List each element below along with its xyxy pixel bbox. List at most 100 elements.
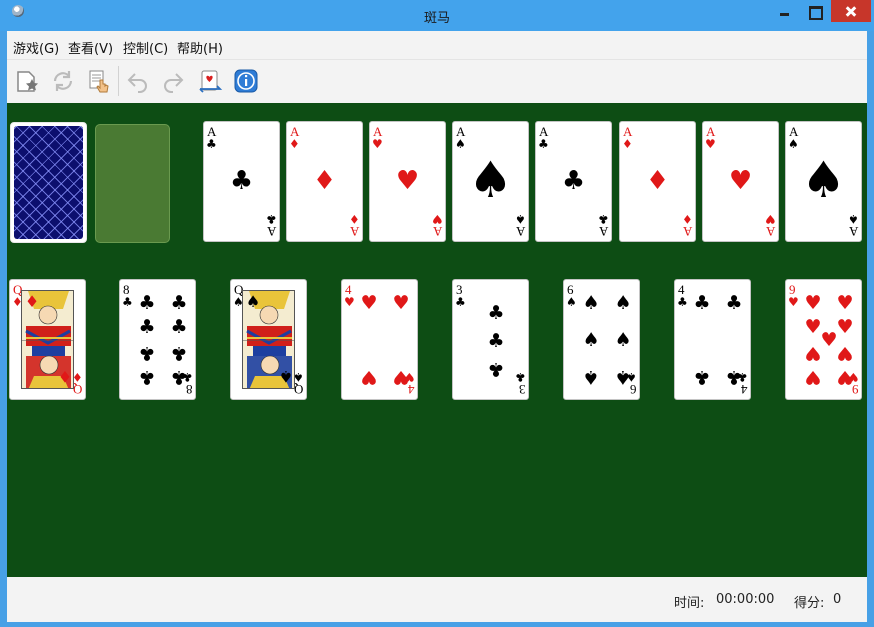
game-window: 斑马 游戏(G) 查看(V) 控制(C) 帮助(H) A ♣ A ♣ ♣ A ♦… xyxy=(0,0,874,627)
card-center-pip: ♣ xyxy=(229,166,254,196)
card-suit: ♦ xyxy=(622,137,633,151)
foundation-card[interactable]: A ♣ A ♣ ♣ xyxy=(203,121,280,242)
toolbar xyxy=(7,60,867,103)
card-rank: A xyxy=(848,224,858,239)
card-suit: ♠ xyxy=(566,295,577,309)
select-game-button[interactable] xyxy=(86,68,112,94)
tableau-card[interactable]: 4 ♣ 4 ♣ ♣ ♣ ♣ ♣ xyxy=(674,279,751,400)
foundation-card[interactable]: A ♦ A ♦ ♦ xyxy=(286,121,363,242)
card-pip: ♣ xyxy=(138,366,156,388)
card-pip: ♣ xyxy=(138,342,156,364)
card-pip: ♥ xyxy=(804,366,822,388)
info-button[interactable] xyxy=(233,68,259,94)
score-label: 得分: xyxy=(794,596,825,611)
card-suit: ♠ xyxy=(455,137,466,151)
foundation-card[interactable]: A ♠ A ♠ ♠ xyxy=(785,121,862,242)
card-pip: ♣ xyxy=(725,366,743,388)
card-suit: ♥ xyxy=(432,212,443,226)
restart-button[interactable] xyxy=(50,68,76,94)
card-center-pip: ♥ xyxy=(395,166,420,196)
redo-icon xyxy=(164,73,184,93)
card-pip: ♣ xyxy=(487,302,505,324)
card-center-pip: ♠ xyxy=(468,151,513,209)
card-pip: ♥ xyxy=(392,366,410,388)
time-label: 时间: xyxy=(674,596,705,611)
redo-button[interactable] xyxy=(160,68,186,94)
card-rank: 3 xyxy=(518,382,526,397)
card-suit: ♣ xyxy=(538,137,549,151)
card-pip: ♥ xyxy=(836,292,854,314)
card-pip: ♣ xyxy=(170,366,188,388)
new-game-icon xyxy=(17,71,38,92)
card-pip: ♠ xyxy=(582,292,600,314)
tableau-card[interactable]: Q ♦ Q ♦ ♦ ♦ xyxy=(9,279,86,400)
card-pip: ♣ xyxy=(170,292,188,314)
tableau-card[interactable]: Q ♠ Q ♠ ♠ ♠ xyxy=(230,279,307,400)
card-rank: A xyxy=(266,224,276,239)
card-suit: ♠ xyxy=(515,212,526,226)
game-board: A ♣ A ♣ ♣ A ♦ A ♦ ♦ A ♥ A ♥ ♥ A ♠ A ♠ ♠ A ♣ A ♣ ♣ A ♦ A ♦ ♦ A ♥ A ♥ ♥ A ♠ A ♠ ♠… xyxy=(7,103,867,577)
card-pip: ♠ xyxy=(582,366,600,388)
card-face-pip: ♠ xyxy=(245,292,261,311)
title-bar[interactable]: 斑马 xyxy=(0,0,874,31)
info-icon xyxy=(234,69,258,93)
card-pip: ♥ xyxy=(836,342,854,364)
card-rank: A xyxy=(598,224,608,239)
card-suit: ♥ xyxy=(705,137,716,151)
hint-button[interactable] xyxy=(197,68,223,94)
toolbar-separator xyxy=(118,66,119,96)
window-title: 斑马 xyxy=(423,11,450,26)
menu-view[interactable]: 查看(V) xyxy=(68,38,113,57)
maximize-button[interactable] xyxy=(800,0,828,22)
card-pip: ♥ xyxy=(392,292,410,314)
card-center-pip: ♦ xyxy=(312,166,337,196)
card-suit: ♠ xyxy=(788,137,799,151)
new-game-button[interactable] xyxy=(14,68,40,94)
tableau-card[interactable]: 4 ♥ 4 ♥ ♥ ♥ ♥ ♥ xyxy=(341,279,418,400)
menu-help[interactable]: 帮助(H) xyxy=(177,38,223,57)
hint-icon xyxy=(199,70,223,93)
tableau-card[interactable]: 8 ♣ 8 ♣ ♣ ♣ ♣ ♣ ♣ ♣ ♣ ♣ xyxy=(119,279,196,400)
foundation-card[interactable]: A ♥ A ♥ ♥ xyxy=(702,121,779,242)
foundation-card[interactable]: A ♠ A ♠ ♠ xyxy=(452,121,529,242)
foundation-card[interactable]: A ♥ A ♥ ♥ xyxy=(369,121,446,242)
card-center-pip: ♦ xyxy=(645,166,670,196)
card-suit: ♣ xyxy=(515,370,526,384)
card-suit: ♣ xyxy=(455,295,466,309)
undo-button[interactable] xyxy=(125,68,151,94)
card-face-pip: ♠ xyxy=(278,367,294,386)
card-pip: ♣ xyxy=(725,292,743,314)
card-suit: ♦ xyxy=(289,137,300,151)
waste-pile-empty[interactable] xyxy=(95,124,170,243)
card-rank: A xyxy=(682,224,692,239)
card-pip: ♠ xyxy=(614,292,632,314)
foundation-card[interactable]: A ♦ A ♦ ♦ xyxy=(619,121,696,242)
card-pip: ♣ xyxy=(138,316,156,338)
card-center-pip: ♥ xyxy=(728,166,753,196)
card-suit: ♥ xyxy=(344,295,355,309)
card-pip: ♥ xyxy=(360,292,378,314)
minimize-button[interactable] xyxy=(771,0,798,22)
card-pip: ♣ xyxy=(138,292,156,314)
card-rank: A xyxy=(432,224,442,239)
stock-pile[interactable] xyxy=(10,122,87,243)
card-pip: ♠ xyxy=(614,329,632,351)
tableau-card[interactable]: 9 ♥ 9 ♥ ♥ ♥ ♥ ♥ ♥ ♥ ♥ ♥ ♥ xyxy=(785,279,862,400)
card-center-pip: ♣ xyxy=(561,166,586,196)
card-center-pip: ♠ xyxy=(801,151,846,209)
tableau-card[interactable]: 6 ♠ 6 ♠ ♠ ♠ ♠ ♠ ♠ ♠ xyxy=(563,279,640,400)
select-game-icon xyxy=(89,70,109,93)
close-button[interactable] xyxy=(831,0,871,22)
card-suit: ♥ xyxy=(788,295,799,309)
card-suit: ♥ xyxy=(372,137,383,151)
foundation-card[interactable]: A ♣ A ♣ ♣ xyxy=(535,121,612,242)
tableau-card[interactable]: 3 ♣ 3 ♣ ♣ ♣ ♣ xyxy=(452,279,529,400)
menu-game[interactable]: 游戏(G) xyxy=(13,38,59,57)
menu-bar: 游戏(G) 查看(V) 控制(C) 帮助(H) xyxy=(7,31,867,60)
menu-control[interactable]: 控制(C) xyxy=(123,38,168,57)
card-back-pattern xyxy=(14,126,83,239)
card-pip: ♥ xyxy=(804,342,822,364)
card-suit: ♦ xyxy=(349,212,360,226)
restart-icon xyxy=(53,71,73,91)
card-pip: ♣ xyxy=(170,316,188,338)
